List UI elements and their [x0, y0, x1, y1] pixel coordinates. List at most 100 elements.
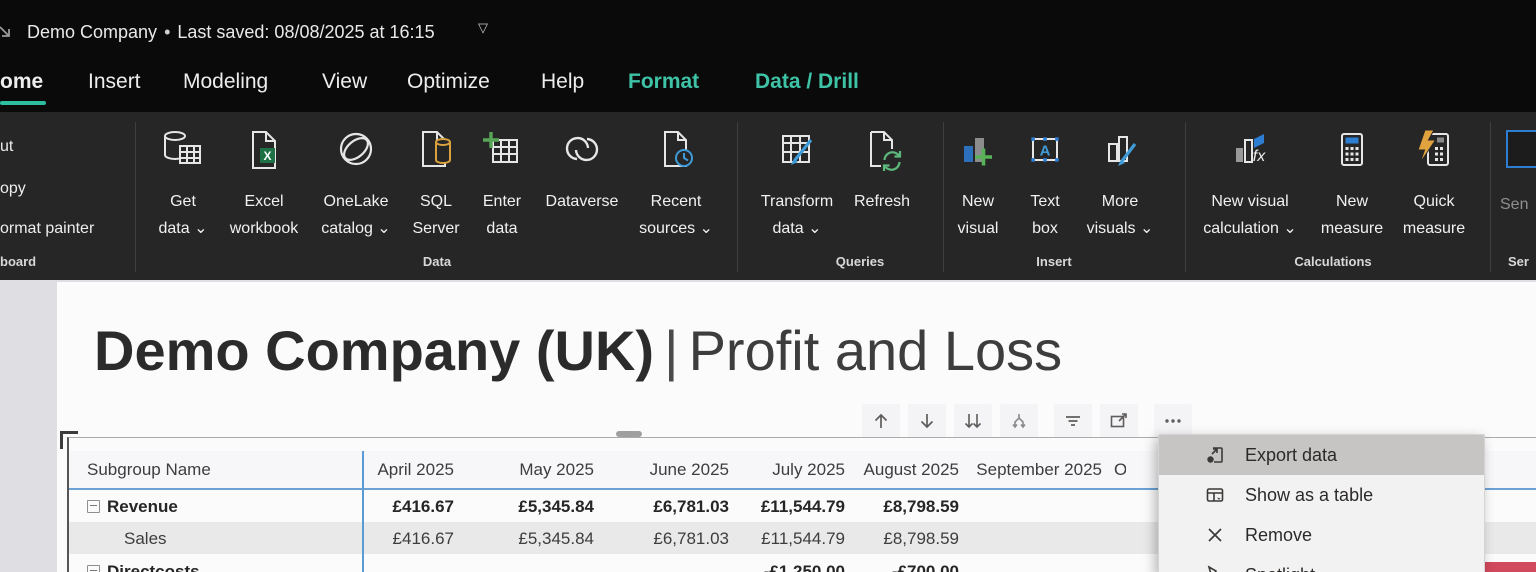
text-box-icon: A — [1022, 124, 1068, 176]
new-visual-icon — [955, 124, 1001, 176]
clipboard-group-label: board — [0, 254, 37, 269]
filters-button[interactable] — [1054, 404, 1092, 438]
drill-down-button[interactable] — [908, 404, 946, 438]
drill-up-button[interactable] — [862, 404, 900, 438]
report-title-separator: | — [664, 319, 679, 382]
tab-modeling[interactable]: Modeling — [183, 70, 268, 94]
menu-item-label: Show as a table — [1245, 484, 1374, 505]
sensitivity-group-label: Ser — [1508, 254, 1529, 269]
tab-data-drill[interactable]: Data / Drill — [755, 70, 859, 94]
text-box-button[interactable]: A Text box — [1020, 112, 1070, 252]
collapse-icon[interactable] — [87, 500, 100, 513]
button-label: SQL Server — [412, 193, 460, 237]
sensitivity-icon — [1506, 130, 1536, 168]
show-as-table-icon — [1203, 484, 1227, 506]
last-saved-text: Last saved: 08/08/2025 at 16:15 — [177, 22, 435, 42]
cell-value[interactable]: £5,345.84 — [444, 529, 594, 549]
powerbi-window: Demo Company • Last saved: 08/08/2025 at 1… — [0, 0, 1536, 572]
cell-value[interactable]: £5,345.84 — [444, 497, 594, 517]
corner-arrow-icon — [0, 24, 13, 40]
context-menu: Export data Show as a table Remove Spotl… — [1158, 434, 1485, 572]
new-visual-calculation-icon: fx — [1227, 124, 1273, 176]
dataverse-button[interactable]: Dataverse — [534, 112, 630, 252]
menu-item-spotlight[interactable]: Spotlight — [1159, 555, 1484, 572]
tab-format[interactable]: Format — [628, 70, 699, 94]
cell-value[interactable]: £8,798.59 — [809, 497, 959, 517]
button-label: Quick measure — [1402, 193, 1466, 237]
more-visuals-button[interactable]: More visuals ⌄ — [1080, 112, 1160, 252]
title-bar: Demo Company • Last saved: 08/08/2025 at 1… — [0, 0, 1536, 112]
column-header[interactable]: Subgroup Name — [87, 460, 211, 480]
button-label: Recent sources ⌄ — [639, 193, 713, 237]
cell-value[interactable]: £416.67 — [304, 529, 454, 549]
cell-value[interactable]: £8,798.59 — [809, 529, 959, 549]
row-label[interactable]: Directcosts — [107, 562, 200, 572]
column-header[interactable]: April 2025 — [304, 460, 454, 480]
tab-help[interactable]: Help — [541, 70, 584, 94]
more-visuals-icon — [1097, 124, 1143, 176]
row-label[interactable]: Revenue — [107, 497, 178, 517]
button-label: Refresh — [853, 193, 911, 210]
column-header[interactable]: September 2025 — [952, 460, 1102, 480]
new-visual-button[interactable]: New visual — [948, 112, 1008, 252]
row-label[interactable]: Sales — [124, 529, 167, 549]
button-label: OneLake catalog ⌄ — [321, 193, 391, 237]
tab-optimize[interactable]: Optimize — [407, 70, 490, 94]
report-title-page: Profit and Loss — [688, 319, 1063, 382]
excel-workbook-button[interactable]: X Excel workbook — [220, 112, 308, 252]
more-options-button[interactable] — [1154, 404, 1192, 438]
spotlight-icon — [1203, 564, 1227, 572]
tab-insert[interactable]: Insert — [88, 70, 141, 94]
title-bullet: • — [164, 22, 171, 42]
menu-item-show-as-table[interactable]: Show as a table — [1159, 475, 1484, 515]
sql-server-button[interactable]: SQL Server — [402, 112, 470, 252]
onelake-catalog-button[interactable]: OneLake catalog ⌄ — [310, 112, 402, 252]
get-data-button[interactable]: Get data ⌄ — [150, 112, 216, 252]
new-measure-button[interactable]: New measure — [1312, 112, 1392, 252]
button-label: Enter data — [482, 193, 522, 237]
new-visual-calculation-button[interactable]: fx New visual calculation ⌄ — [1184, 112, 1316, 252]
focus-mode-button[interactable] — [1100, 404, 1138, 438]
button-label: Text box — [1030, 193, 1060, 237]
go-to-next-level-button[interactable] — [1000, 404, 1038, 438]
tab-home[interactable]: ome — [0, 70, 43, 94]
column-header-clipped[interactable]: O — [1114, 460, 1126, 480]
recent-sources-button[interactable]: Recent sources ⌄ — [632, 112, 720, 252]
recent-sources-icon — [653, 124, 699, 176]
refresh-button[interactable]: Refresh — [845, 112, 919, 252]
collapse-icon[interactable] — [87, 565, 100, 572]
cell-value[interactable]: -£700.00 — [809, 562, 959, 572]
report-title: Demo Company (UK) | Profit and Loss — [94, 318, 1062, 383]
quick-measure-button[interactable]: Quick measure — [1392, 112, 1476, 252]
menu-item-remove[interactable]: Remove — [1159, 515, 1484, 555]
tab-view[interactable]: View — [322, 70, 367, 94]
ribbon: ut opy ormat painter board Getdata ⌄ X — [0, 112, 1536, 280]
onelake-catalog-icon — [333, 124, 379, 176]
document-title[interactable]: Demo Company • Last saved: 08/08/2025 at 1… — [27, 22, 435, 43]
report-title-company: Demo Company (UK) — [94, 319, 655, 382]
close-icon — [1203, 524, 1227, 546]
copy-button[interactable]: opy — [0, 180, 26, 198]
get-data-icon — [160, 124, 206, 176]
ribbon-divider — [737, 122, 738, 272]
cell-value[interactable]: £416.67 — [304, 497, 454, 517]
enter-data-button[interactable]: Enter data — [472, 112, 532, 252]
column-header[interactable]: August 2025 — [809, 460, 959, 480]
export-icon — [1203, 444, 1227, 466]
svg-text:A: A — [1040, 143, 1051, 160]
expand-all-down-button[interactable] — [954, 404, 992, 438]
cut-button[interactable]: ut — [0, 138, 13, 156]
button-label: Excel workbook — [229, 193, 299, 237]
menu-item-label: Remove — [1245, 524, 1313, 545]
document-dropdown-icon[interactable]: ▽ — [478, 20, 488, 36]
column-header[interactable]: May 2025 — [444, 460, 594, 480]
format-painter-button[interactable]: ormat painter — [0, 220, 94, 238]
menu-item-label: Spotlight — [1245, 565, 1315, 572]
sql-server-icon — [413, 124, 459, 176]
button-label: Transform data ⌄ — [760, 193, 834, 237]
menu-item-export-data[interactable]: Export data — [1159, 435, 1484, 475]
transform-data-button[interactable]: Transform data ⌄ — [747, 112, 847, 252]
sensitivity-button[interactable]: Sen — [1500, 196, 1528, 214]
column-divider — [362, 451, 364, 572]
button-label: More visuals ⌄ — [1086, 193, 1154, 237]
